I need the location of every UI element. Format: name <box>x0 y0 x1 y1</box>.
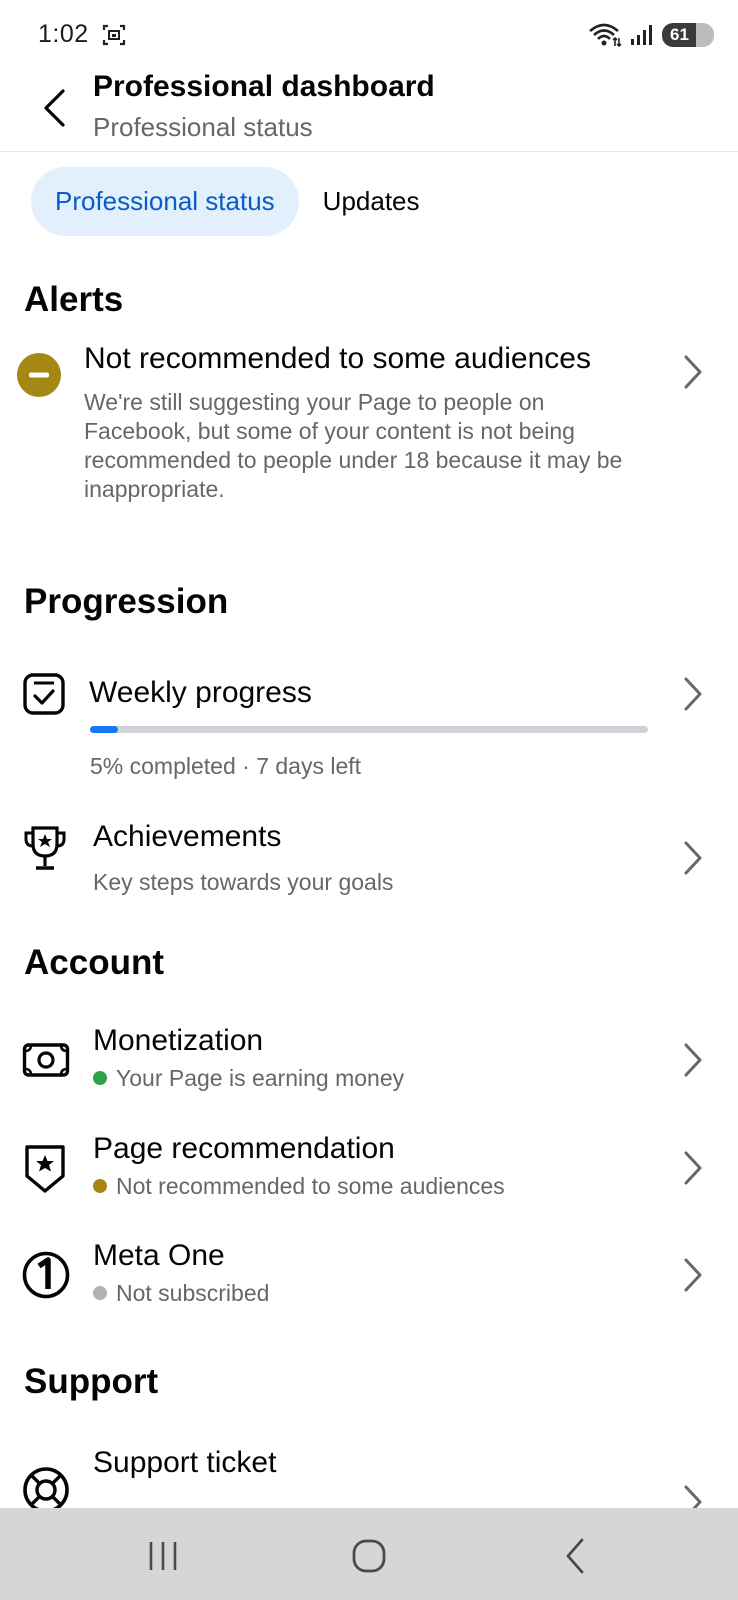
meta-one-icon <box>22 1251 70 1299</box>
meta-one-title: Meta One <box>93 1239 225 1272</box>
support-heading: Support <box>24 1362 159 1401</box>
back-button[interactable] <box>36 86 72 130</box>
support-ticket-title: Support ticket <box>93 1446 277 1479</box>
monetization-status-text: Your Page is earning money <box>116 1065 405 1091</box>
weekly-progress-bar <box>90 726 648 733</box>
monetization-title: Monetization <box>93 1024 264 1057</box>
battery-indicator: 61 <box>662 23 714 47</box>
system-nav-bar <box>0 1508 738 1600</box>
monetization-status: Your Page is earning money <box>93 1064 404 1093</box>
alert-desc-line: Facebook, but some of your content is no… <box>84 418 575 444</box>
tab-bar: Professional status Updates <box>31 167 420 236</box>
chevron-right-icon <box>684 1043 702 1077</box>
weekly-progress-status: 5% completed · 7 days left <box>90 753 362 779</box>
alert-description: We're still suggesting your Page to peop… <box>84 388 622 504</box>
monetization-item[interactable]: Monetization Your Page is earning money <box>0 1024 738 1114</box>
home-button[interactable] <box>349 1536 389 1576</box>
meta-one-status: Not subscribed <box>93 1279 269 1308</box>
status-bar: 1:02 61 <box>0 0 738 70</box>
recent-apps-button[interactable] <box>143 1536 183 1576</box>
shield-star-icon <box>25 1145 65 1193</box>
page-recommendation-title: Page recommendation <box>93 1132 395 1165</box>
page-title: Professional dashboard <box>93 70 435 103</box>
meta-one-item[interactable]: Meta One Not subscribed <box>0 1239 738 1329</box>
status-dot-yellow <box>93 1179 107 1193</box>
screen-capture-icon <box>102 24 126 46</box>
status-time: 1:02 <box>38 20 89 48</box>
chevron-right-icon <box>684 355 702 389</box>
trophy-icon <box>24 826 66 870</box>
wifi-icon <box>589 23 622 48</box>
money-icon <box>22 1043 70 1077</box>
page-recommendation-status-text: Not recommended to some audiences <box>116 1173 505 1199</box>
achievements-title: Achievements <box>93 820 282 853</box>
chevron-right-icon <box>684 1485 702 1508</box>
account-heading: Account <box>24 943 164 982</box>
weekly-progress-fill <box>90 726 118 733</box>
back-arrow-icon <box>44 89 65 127</box>
meta-one-status-text: Not subscribed <box>116 1280 270 1306</box>
tab-professional-status[interactable]: Professional status <box>31 167 299 236</box>
alerts-heading: Alerts <box>24 280 124 319</box>
chevron-right-icon <box>684 841 702 875</box>
alert-title: Not recommended to some audiences <box>84 342 591 375</box>
alert-item[interactable]: Not recommended to some audiences We're … <box>0 340 738 510</box>
support-ticket-item[interactable]: Support ticket <box>0 1446 738 1508</box>
lifebuoy-icon <box>23 1467 69 1508</box>
page-subtitle: Professional status <box>93 112 313 142</box>
alert-desc-line: recommended to people under 18 because i… <box>84 447 623 473</box>
status-dot-green <box>93 1071 107 1085</box>
alert-desc-line: We're still suggesting your Page to peop… <box>84 389 545 415</box>
signal-icon <box>631 25 652 45</box>
page-recommendation-item[interactable]: Page recommendation Not recommended to s… <box>0 1132 738 1222</box>
checklist-icon <box>23 673 65 715</box>
minus-circle-icon <box>17 353 61 397</box>
battery-level: 61 <box>670 25 689 44</box>
weekly-progress-title: Weekly progress <box>89 676 312 709</box>
back-nav-button[interactable] <box>556 1536 596 1576</box>
achievements-subtitle: Key steps towards your goals <box>93 869 394 895</box>
chevron-right-icon <box>684 1258 702 1292</box>
status-dot-gray <box>93 1286 107 1300</box>
achievements-item[interactable]: Achievements Key steps towards your goal… <box>0 818 738 908</box>
progression-heading: Progression <box>24 582 229 621</box>
page-recommendation-status: Not recommended to some audiences <box>93 1172 505 1201</box>
chevron-right-icon <box>684 677 702 711</box>
chevron-right-icon <box>684 1151 702 1185</box>
tab-updates[interactable]: Updates <box>323 186 420 217</box>
alert-desc-line: inappropriate. <box>84 476 225 502</box>
top-header: Professional dashboard Professional stat… <box>0 70 738 152</box>
